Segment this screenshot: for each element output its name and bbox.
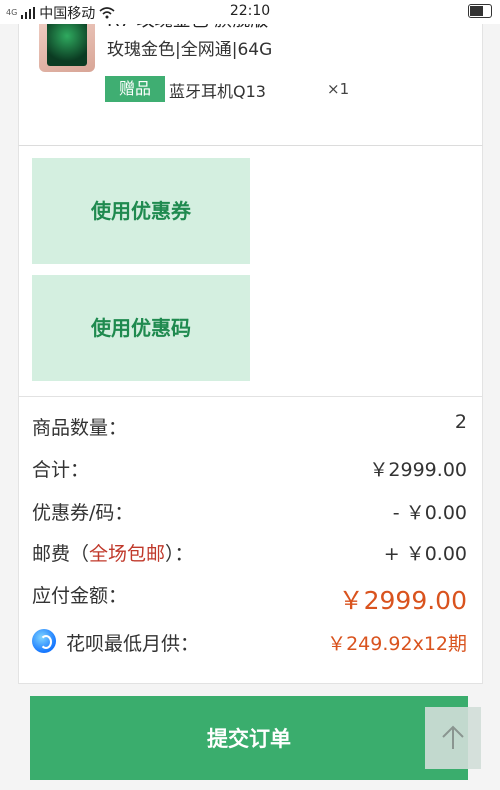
payable-row: 应付金额： ￥2999.00 xyxy=(32,581,467,615)
payable-label: 应付金额： xyxy=(32,585,128,607)
subtotal-row: 合计： ￥2999.00 xyxy=(32,451,467,485)
use-promo-code-button[interactable]: 使用优惠码 xyxy=(32,275,250,381)
subtotal-label: 合计： xyxy=(32,459,90,481)
huabei-label: 花呗最低月供： xyxy=(66,633,200,655)
gift-quantity: ×1 xyxy=(327,80,350,98)
shipping-label: 邮费（全场包邮）： xyxy=(32,543,194,565)
submit-order-button[interactable]: 提交订单 xyxy=(30,696,468,780)
status-bar: 4G 中国移动 22:10 xyxy=(0,0,500,24)
product-spec: 玫瑰金色|全网通|64G xyxy=(107,40,273,60)
discount-row: 优惠券/码： - ￥0.00 xyxy=(32,494,467,528)
battery-icon xyxy=(468,4,492,18)
coupon-area: 使用优惠券 使用优惠码 xyxy=(18,146,483,396)
shipping-row: 邮费（全场包邮）： + ￥0.00 xyxy=(32,535,467,569)
subtotal-value: ￥2999.00 xyxy=(369,459,467,481)
quantity-value: 2 xyxy=(454,411,467,433)
order-summary: 商品数量： 2 合计： ￥2999.00 优惠券/码： - ￥0.00 邮费（全… xyxy=(18,396,483,684)
huabei-value: ￥249.92x12期 xyxy=(327,633,467,655)
payable-value: ￥2999.00 xyxy=(338,586,467,615)
huabei-row[interactable]: 花呗最低月供： ￥249.92x12期 xyxy=(32,625,467,659)
arrow-up-icon xyxy=(442,725,464,749)
status-time: 22:10 xyxy=(229,3,271,19)
quantity-label: 商品数量： xyxy=(32,417,128,439)
use-coupon-button[interactable]: 使用优惠券 xyxy=(32,158,250,264)
back-to-top-button[interactable] xyxy=(425,707,481,769)
free-shipping-note: 全场包邮 xyxy=(89,543,166,565)
gift-badge: 赠品 xyxy=(105,76,165,102)
quantity-row: 商品数量： 2 xyxy=(32,409,467,443)
discount-label: 优惠券/码： xyxy=(32,502,134,524)
discount-value: - ￥0.00 xyxy=(392,502,467,524)
gift-name: 蓝牙耳机Q13 xyxy=(169,82,266,101)
shipping-value: + ￥0.00 xyxy=(383,543,467,565)
huabei-icon xyxy=(32,629,56,653)
